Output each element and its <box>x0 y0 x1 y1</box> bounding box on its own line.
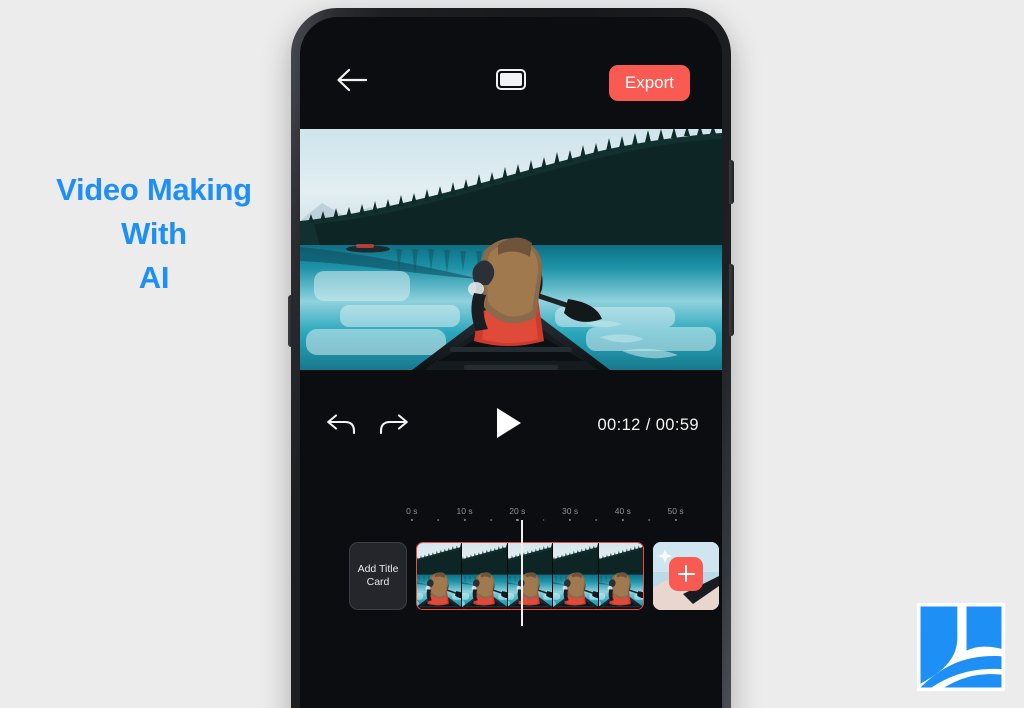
brand-logo-icon <box>916 602 1006 692</box>
timeline-ruler[interactable]: 0 s 10 s 20 s 30 s 40 s 50 s <box>300 506 722 532</box>
phone-side-button-volume-up[interactable] <box>729 160 734 204</box>
play-button[interactable] <box>497 408 525 442</box>
ruler-tick-dot-major <box>621 519 624 522</box>
phone-side-button-volume-down[interactable] <box>729 264 734 336</box>
phone-device: Export 00:12 / 00:59 0 s 10 s 20 s 30 s … <box>288 8 734 708</box>
ruler-tick-dot-major <box>410 519 413 522</box>
phone-screen-bezel: Export 00:12 / 00:59 0 s 10 s 20 s 30 s … <box>300 17 722 708</box>
add-title-card-button[interactable]: Add Title Card <box>349 542 407 610</box>
headline-line-2: With <box>121 216 187 252</box>
ruler-tick-dot-minor <box>648 519 650 521</box>
clip-thumbnail-art <box>598 543 643 609</box>
video-preview-frame <box>300 129 722 370</box>
ruler-tick-label: 0 s <box>406 506 418 516</box>
headline-line-1: Video Making <box>56 172 252 207</box>
clip-thumbnail-frame <box>553 543 599 609</box>
headline-line-3: AI <box>138 260 170 296</box>
ruler-tick-dot-minor <box>595 519 598 521</box>
clip-thumbnail-art <box>462 543 507 609</box>
aspect-ratio-icon[interactable] <box>496 69 526 90</box>
ruler-tick-dot-major <box>463 519 466 522</box>
app-top-bar: Export <box>300 17 722 129</box>
ruler-tick-dot-major <box>674 519 677 522</box>
clip-thumbnail-art <box>553 543 598 609</box>
ruler-tick-label: 40 s <box>614 506 631 516</box>
redo-button[interactable] <box>377 412 411 440</box>
phone-side-button-left[interactable] <box>288 295 293 347</box>
clip-thumbnail-frame <box>462 543 508 609</box>
add-title-card-label: Add Title Card <box>357 562 399 588</box>
ruler-tick-label: 20 s <box>509 506 526 516</box>
ruler-tick-dot-major <box>516 519 519 522</box>
timeline-track: Add Title Card <box>300 540 722 612</box>
video-preview[interactable] <box>300 129 722 370</box>
clip-thumbnail-frame <box>598 543 643 609</box>
play-icon <box>497 408 521 438</box>
video-editor-app: Export 00:12 / 00:59 0 s 10 s 20 s 30 s … <box>300 17 722 708</box>
ruler-tick-label: 50 s <box>667 506 684 516</box>
ruler-tick-dot-minor <box>542 519 545 521</box>
clip-thumbnail-art <box>507 543 553 609</box>
timeline-panel[interactable]: 0 s 10 s 20 s 30 s 40 s 50 s Add Title Card <box>300 488 722 708</box>
ruler-tick-label: 30 s <box>562 506 579 516</box>
promo-banner: Video Making With AI Export 00:12 / 00:5… <box>0 0 1024 708</box>
playback-controls: 00:12 / 00:59 <box>300 370 722 488</box>
add-clip-button[interactable] <box>653 542 719 610</box>
export-button-label: Export <box>624 73 674 92</box>
plus-icon <box>669 556 703 591</box>
ruler-tick-dot-major <box>568 519 572 522</box>
clip-thumbnail-frame <box>507 543 554 609</box>
ruler-tick-dot-minor <box>437 519 439 521</box>
timecode-display: 00:12 / 00:59 <box>597 416 699 434</box>
export-button[interactable]: Export <box>608 65 690 101</box>
back-button[interactable] <box>335 65 369 95</box>
clip-thumbnail-art <box>417 543 462 609</box>
promo-headline: Video Making With AI <box>18 168 290 300</box>
clip-thumbnail-frame <box>417 543 463 609</box>
ruler-tick-label: 10 s <box>456 506 473 516</box>
video-clip-selected[interactable] <box>416 542 644 610</box>
ruler-tick-dot-minor <box>490 519 492 521</box>
undo-button[interactable] <box>324 412 358 440</box>
playhead[interactable] <box>521 520 523 626</box>
